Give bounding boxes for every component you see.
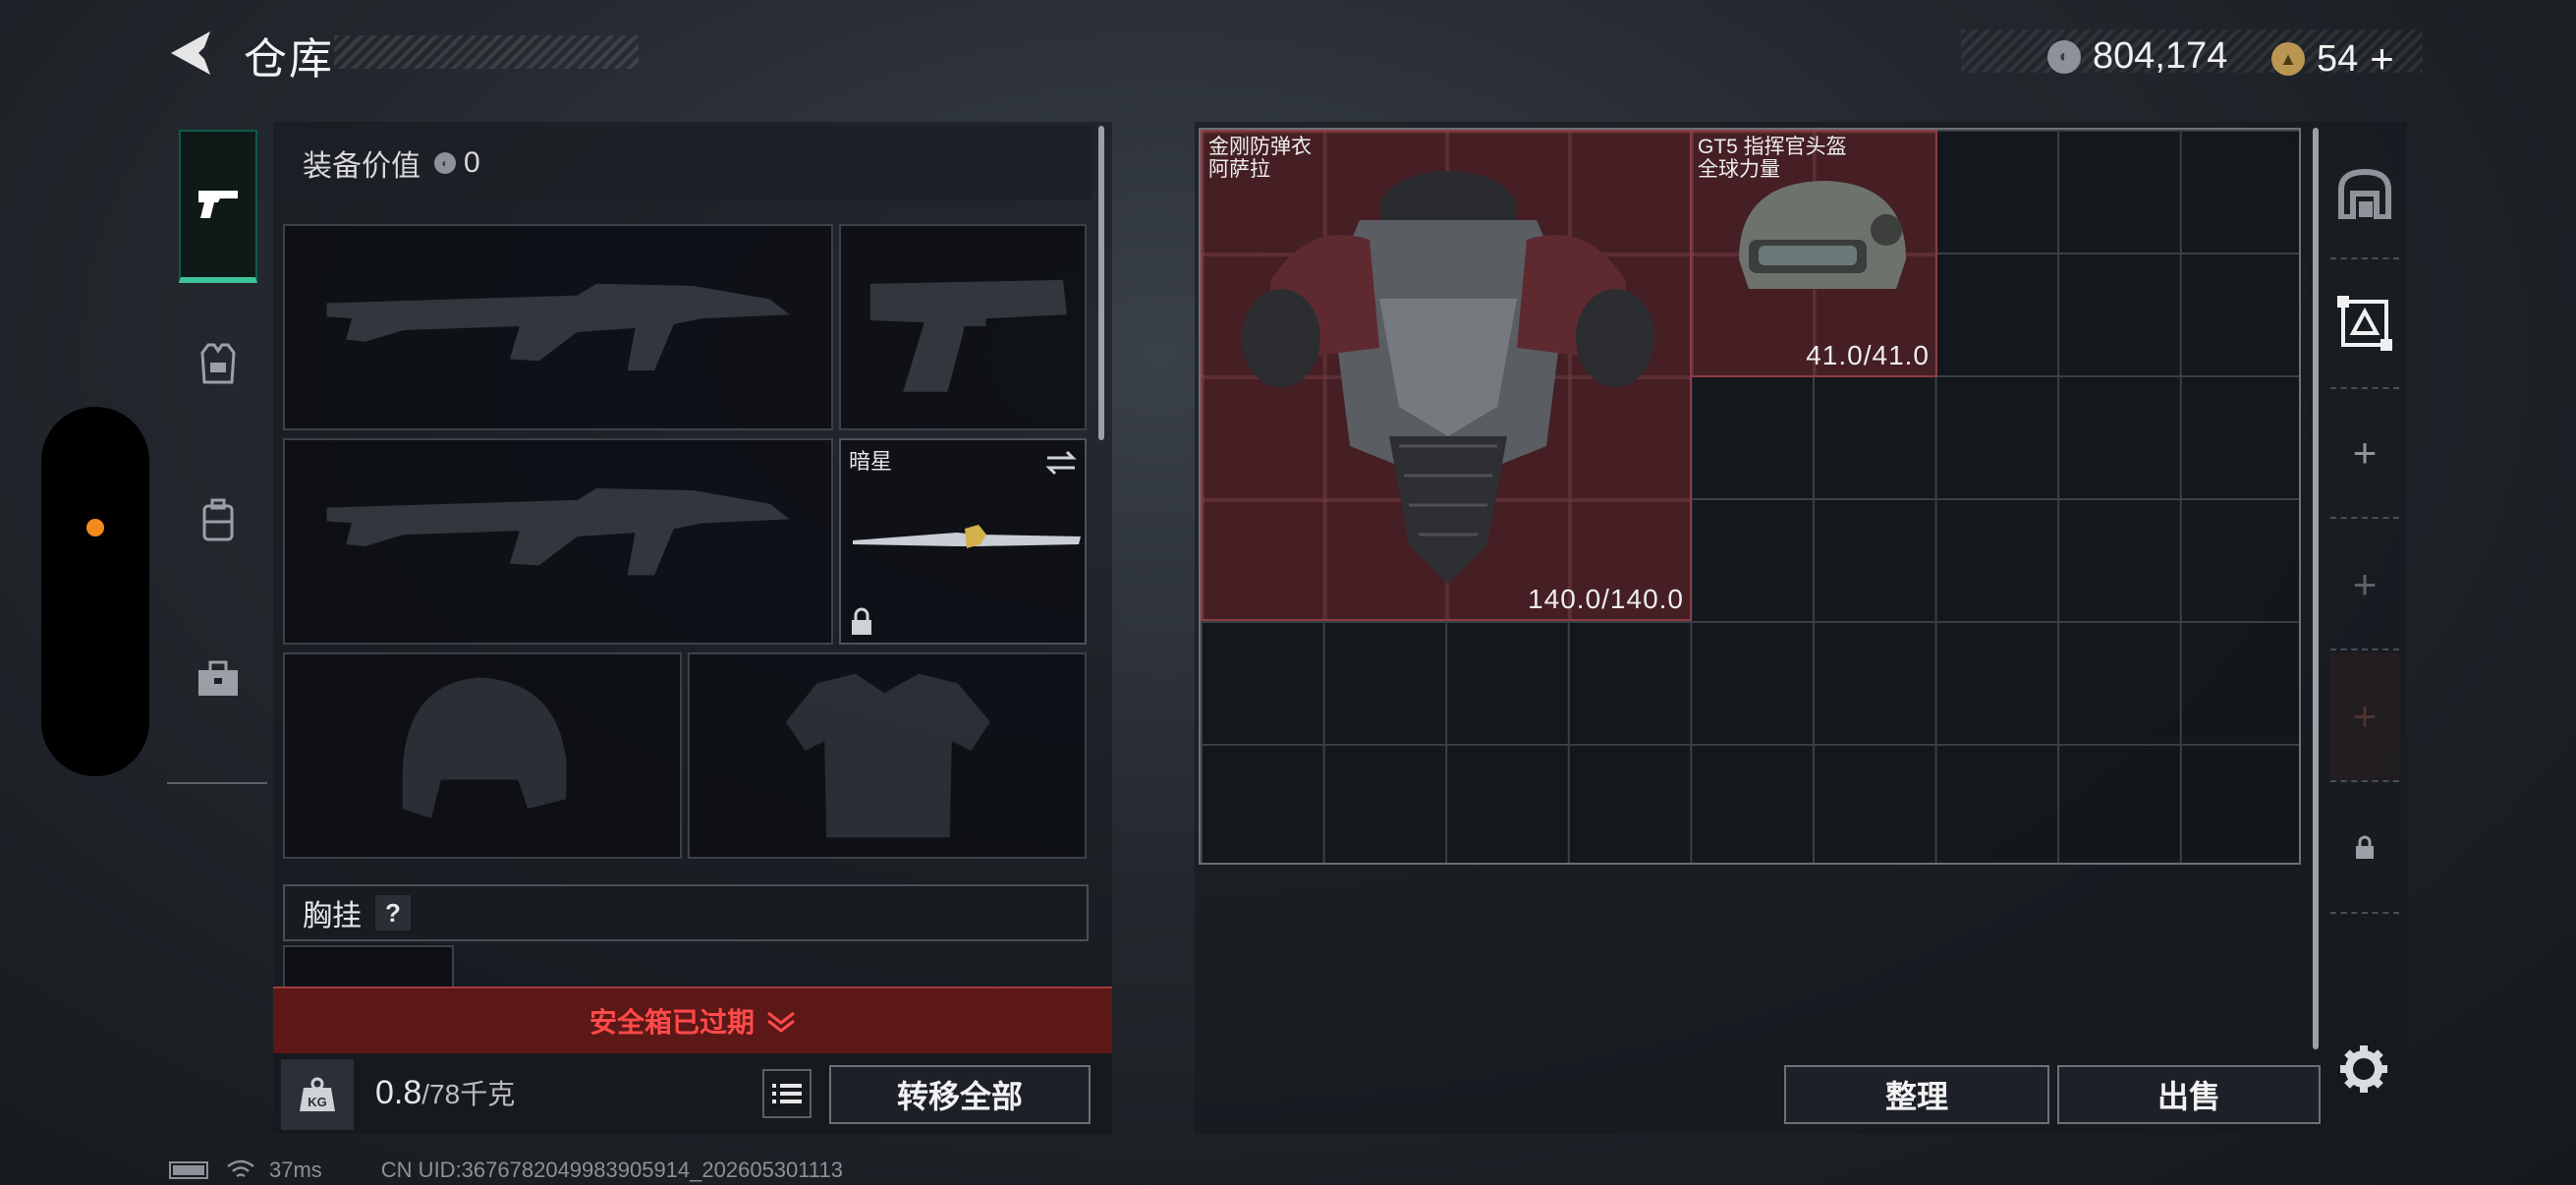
stash-item-body-armor[interactable]: 金刚防弹衣 阿萨拉 140.0/140.0 (1201, 130, 1692, 621)
rifle-silhouette-icon (326, 283, 790, 371)
tab-armor[interactable] (179, 287, 257, 440)
stash-page-column: + + + (2330, 128, 2399, 924)
add-stash-page-button[interactable]: + (2330, 521, 2399, 650)
stash-tab-button[interactable] (2330, 259, 2399, 389)
current-weight: 0.8 (375, 1074, 422, 1111)
swap-icon[interactable] (1043, 448, 1079, 478)
list-icon (772, 1084, 802, 1103)
helmet-slot[interactable] (283, 652, 682, 859)
locked-stash-page[interactable] (2330, 784, 2399, 914)
stash-tab-icon (2337, 296, 2392, 351)
add-icon: + (2352, 429, 2378, 476)
helmet-image (1739, 181, 1906, 289)
chevron-down-icon (767, 1011, 795, 1033)
pistol-icon (198, 191, 238, 218)
gold-coin-icon: ▲ (2271, 42, 2305, 76)
chest-rig-label: 胸挂 (303, 900, 362, 932)
status-bar: 37ms CN UID:3676782049983905914_20260530… (169, 1157, 843, 1183)
settings-button[interactable] (2338, 1044, 2389, 1095)
battery-icon (169, 1161, 208, 1179)
toolbox-icon (198, 660, 238, 696)
add-icon: + (2352, 561, 2378, 607)
helmet-silhouette-icon (402, 677, 567, 818)
help-icon[interactable]: ? (375, 895, 411, 931)
floating-handle[interactable] (41, 407, 149, 776)
equipment-value-row: 装备价值 ◐ 0 (277, 126, 1092, 200)
category-tabs (167, 118, 267, 784)
page-title: 仓库 (244, 35, 334, 84)
tab-toolbox[interactable] (179, 601, 257, 755)
safebox-expired-label: 安全箱已过期 (588, 1007, 755, 1038)
vest-icon (200, 343, 236, 384)
safebox-expired-banner[interactable]: 安全箱已过期 (273, 987, 1112, 1053)
silver-coin-icon: ◐ (434, 152, 456, 174)
item-durability: 41.0/41.0 (1806, 340, 1930, 370)
weight-icon-box: KG (281, 1059, 354, 1130)
silver-coin-icon: ◐ (2047, 39, 2081, 74)
silver-currency: ◐ 804,174 (2047, 35, 2227, 78)
stash-grid[interactable]: 金刚防弹衣 阿萨拉 140.0/140.0 GT5 指挥官头盔 全球力量 41.… (1199, 128, 2301, 865)
tab-weapons[interactable] (179, 130, 257, 283)
lock-icon (852, 607, 871, 635)
melee-name: 暗星 (849, 449, 893, 474)
backpack-icon (202, 498, 234, 541)
rifle-silhouette-icon (326, 488, 790, 576)
equipment-value: 0 (464, 146, 480, 179)
stash-item-helmet[interactable]: GT5 指挥官头盔 全球力量 41.0/41.0 (1690, 130, 1937, 377)
vest-silhouette-icon (786, 673, 990, 838)
equipment-scrollbar[interactable] (1098, 126, 1104, 440)
ping-readout: 37ms (269, 1157, 322, 1182)
item-durability: 140.0/140.0 (1528, 584, 1684, 614)
add-icon: + (2352, 693, 2378, 739)
sell-button[interactable]: 出售 (2057, 1065, 2321, 1124)
gold-amount: 54 (2317, 37, 2359, 80)
add-stash-page-button[interactable]: + (2330, 389, 2399, 519)
wifi-icon (227, 1159, 254, 1178)
transfer-all-button[interactable]: 转移全部 (829, 1065, 1091, 1124)
weight-icon: KG (300, 1077, 335, 1111)
gear-icon (2340, 1045, 2387, 1093)
gold-currency[interactable]: ▲ 54 + (2271, 35, 2394, 83)
notification-dot (86, 519, 104, 536)
stash-home-icon (2338, 168, 2391, 219)
sidearm-slot[interactable] (839, 224, 1087, 430)
melee-slot[interactable]: 暗星 (839, 438, 1087, 645)
stash-scrollbar[interactable] (2313, 128, 2319, 1049)
svg-text:KG: KG (308, 1095, 327, 1109)
sort-button[interactable]: 整理 (1784, 1065, 2049, 1124)
tab-backpack[interactable] (179, 444, 257, 597)
add-stash-page-button[interactable]: + (2330, 652, 2399, 782)
pistol-silhouette-icon (869, 279, 1067, 392)
knife-image (853, 525, 1081, 548)
silver-amount: 804,174 (2093, 35, 2228, 77)
body-armor-slot[interactable] (688, 652, 1087, 859)
chest-rig-slot[interactable] (283, 945, 454, 988)
chest-rig-row[interactable]: 胸挂 ? (283, 884, 1089, 941)
uid-readout: CN UID:3676782049983905914_202605301113 (380, 1157, 843, 1182)
stash-home-button[interactable] (2330, 130, 2399, 259)
back-arrow-icon (171, 31, 210, 75)
lock-icon (2356, 835, 2374, 859)
body-armor-image (1242, 171, 1654, 584)
add-gold-icon[interactable]: + (2370, 35, 2394, 83)
list-view-button[interactable] (762, 1069, 812, 1118)
weight-readout: 0.8/78千克 (375, 1073, 515, 1112)
equipment-value-label: 装备价值 (303, 150, 420, 183)
back-button[interactable] (165, 28, 224, 79)
primary-weapon-slot-2[interactable] (283, 438, 833, 645)
max-weight: /78千克 (421, 1079, 516, 1109)
title-decoration (334, 35, 639, 69)
primary-weapon-slot-1[interactable] (283, 224, 833, 430)
